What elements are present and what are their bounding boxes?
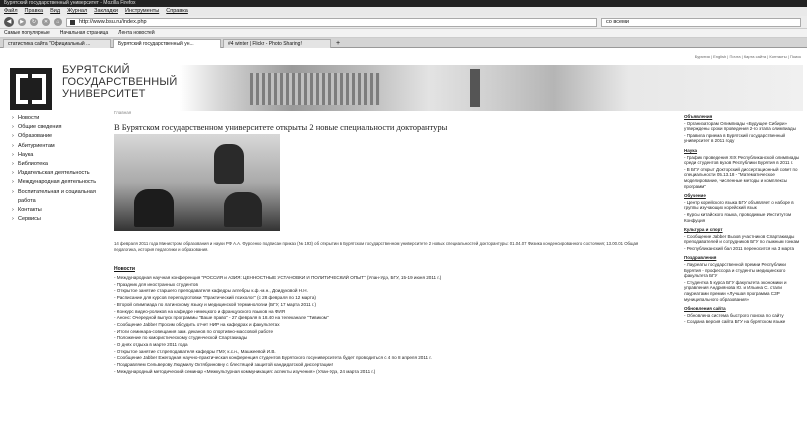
nav-international[interactable]: Международная деятельность bbox=[12, 178, 107, 187]
list-item[interactable]: - Поздравляем Сельверову Людмилу Октябри… bbox=[114, 362, 660, 369]
url-bar[interactable]: http://www.bsu.ru/index.php bbox=[66, 17, 597, 27]
menu-edit[interactable]: Правка bbox=[25, 7, 44, 16]
navigation-toolbar: ◀ ▶ ↻ ✕ ⌂ http://www.bsu.ru/index.php со… bbox=[0, 16, 807, 29]
web-page: Бурятия | English | Почта | Карта сайта … bbox=[0, 48, 807, 419]
search-input[interactable]: со всеми bbox=[601, 17, 801, 27]
list-item[interactable]: - Конкурс видео-роликов на кафедре немец… bbox=[114, 309, 660, 316]
list-item[interactable]: - Центр корейского языка БГУ объявляет о… bbox=[684, 200, 802, 211]
back-icon[interactable]: ◀ bbox=[4, 17, 14, 27]
nav-education[interactable]: Образование bbox=[12, 132, 107, 141]
list-item[interactable]: - Второй олимпиада по латинскому языку и… bbox=[114, 302, 660, 309]
bookmarks-toolbar: Самые популярные Начальная страница Лент… bbox=[0, 29, 807, 38]
news-heading[interactable]: Новости bbox=[114, 266, 135, 272]
list-item[interactable]: - О днях отдыха в марте 2011 года bbox=[114, 342, 660, 349]
university-name-line-1: БУРЯТСКИЙ bbox=[62, 64, 130, 76]
site-top-links[interactable]: Бурятия | English | Почта | Карта сайта … bbox=[695, 54, 801, 59]
nav-applicants[interactable]: Абитуриентам bbox=[12, 142, 107, 151]
menu-bar: Файл Правка Вид Журнал Закладки Инструме… bbox=[0, 7, 807, 16]
list-item[interactable]: - Студентка 5 курса БГУ факультета эконо… bbox=[684, 280, 802, 302]
tab-statistics[interactable]: статистика сайта "Официальный ... bbox=[3, 39, 111, 48]
bookmark-start-page[interactable]: Начальная страница bbox=[60, 29, 108, 37]
list-item[interactable]: - Правила приема в Бурятский государстве… bbox=[684, 133, 802, 144]
section-science[interactable]: Наука bbox=[684, 148, 802, 154]
nav-science[interactable]: Наука bbox=[12, 151, 107, 160]
list-item[interactable]: - График проведения XIX Республиканской … bbox=[684, 155, 802, 166]
page-title: В Бурятском государственном университете… bbox=[114, 122, 448, 132]
nav-social-work[interactable]: Воспитательная и социальная работа bbox=[12, 188, 107, 206]
tab-strip: статистика сайта "Официальный ... Бурятс… bbox=[0, 38, 807, 48]
window-title: Бурятский государственный университет - … bbox=[4, 0, 136, 6]
reload-icon[interactable]: ↻ bbox=[30, 18, 38, 26]
university-logo[interactable] bbox=[10, 68, 52, 110]
university-name: БУРЯТСКИЙ ГОСУДАРСТВЕННЫЙ УНИВЕРСИТЕТ bbox=[62, 64, 177, 100]
stop-icon[interactable]: ✕ bbox=[42, 18, 50, 26]
nav-publishing[interactable]: Издательская деятельность bbox=[12, 169, 107, 178]
list-item[interactable]: - Республиканский бал 2011 переносится н… bbox=[684, 246, 802, 252]
left-navigation: Новости Общие сведения Образование Абиту… bbox=[12, 114, 107, 225]
news-photo bbox=[114, 134, 280, 231]
section-congratulations[interactable]: Поздравления bbox=[684, 255, 802, 261]
list-item[interactable]: - Расписание для курсов переподготовки "… bbox=[114, 295, 660, 302]
nav-general-info[interactable]: Общие сведения bbox=[12, 123, 107, 132]
list-item[interactable]: - В БГУ открыт Докторский диссертационны… bbox=[684, 167, 802, 189]
new-tab-icon[interactable]: + bbox=[333, 39, 343, 47]
list-item[interactable]: - Праздник для иностранных студентов bbox=[114, 282, 660, 289]
bookmark-news-feed[interactable]: Лента новостей bbox=[118, 29, 154, 37]
menu-file[interactable]: Файл bbox=[4, 7, 18, 16]
list-item[interactable]: - Создана версия сайта БГУ на бурятском … bbox=[684, 319, 802, 325]
menu-help[interactable]: Справка bbox=[166, 7, 188, 16]
tab-flickr[interactable]: #4 winter | Flickr - Photo Sharing! bbox=[223, 39, 331, 48]
nav-library[interactable]: Библиотека bbox=[12, 160, 107, 169]
section-site-updates[interactable]: Обновления сайта bbox=[684, 306, 802, 312]
list-item[interactable]: - Сообщение Jabber Вызов участников Спар… bbox=[684, 234, 802, 245]
menu-view[interactable]: Вид bbox=[50, 7, 60, 16]
section-culture-sport[interactable]: Культура и спорт bbox=[684, 227, 802, 233]
list-item[interactable]: - Итоги семинара-совещания зам. деканов … bbox=[114, 329, 660, 336]
section-education[interactable]: Обучение bbox=[684, 193, 802, 199]
university-name-line-2: ГОСУДАРСТВЕННЫЙ bbox=[62, 76, 178, 88]
list-item[interactable]: - Сообщение Jabber Просим обсудить отчет… bbox=[114, 322, 660, 329]
list-item[interactable]: - Сообщение Jabber Ежегодная научно-прак… bbox=[114, 355, 660, 362]
menu-tools[interactable]: Инструменты bbox=[125, 7, 159, 16]
list-item[interactable]: - Анонс: Очередной выпуск программы "Ваш… bbox=[114, 315, 660, 322]
section-announcements[interactable]: Объявления bbox=[684, 114, 802, 120]
header-banner-image bbox=[180, 65, 803, 111]
menu-history[interactable]: Журнал bbox=[67, 7, 87, 16]
home-icon[interactable]: ⌂ bbox=[54, 18, 62, 26]
forward-icon[interactable]: ▶ bbox=[18, 18, 26, 26]
nav-services[interactable]: Сервисы bbox=[12, 215, 107, 224]
nav-news[interactable]: Новости bbox=[12, 114, 107, 123]
list-item[interactable]: - Курсы китайского языка, проводимые Инс… bbox=[684, 212, 802, 223]
photo-caption: 14 февраля 2011 года Министром образован… bbox=[114, 241, 639, 252]
news-list: - Международная научная конференция "РОС… bbox=[114, 275, 660, 376]
nav-contacts[interactable]: Контакты bbox=[12, 206, 107, 215]
list-item[interactable]: - Открытое занятие старшего преподавател… bbox=[114, 288, 660, 295]
right-column: Объявления - Организаторам Олимпиады «Бу… bbox=[684, 110, 802, 325]
breadcrumb[interactable]: Главная bbox=[114, 110, 131, 115]
window-titlebar: Бурятский государственный университет - … bbox=[0, 0, 807, 7]
list-item[interactable]: - Лауреаты государственной премии Респуб… bbox=[684, 262, 802, 279]
list-item[interactable]: - Организаторам Олимпиады «Будущее Сибир… bbox=[684, 121, 802, 132]
search-placeholder: со всеми bbox=[606, 18, 629, 25]
url-text: http://www.bsu.ru/index.php bbox=[79, 18, 147, 25]
menu-bookmarks[interactable]: Закладки bbox=[94, 7, 118, 16]
list-item[interactable]: - Международная научная конференция "РОС… bbox=[114, 275, 660, 282]
tab-bsu[interactable]: Бурятский государственный ун... bbox=[113, 39, 221, 48]
list-item[interactable]: - Обновлена система быстрого поиска по с… bbox=[684, 313, 802, 319]
list-item[interactable]: - Положение по юмористическому студенчес… bbox=[114, 335, 660, 342]
university-name-line-3: УНИВЕРСИТЕТ bbox=[62, 88, 146, 100]
bookmark-most-visited[interactable]: Самые популярные bbox=[4, 29, 50, 37]
list-item[interactable]: - Открытое занятие ст.преподавателя кафе… bbox=[114, 349, 660, 356]
list-item[interactable]: - Международный методический семинар «Ме… bbox=[114, 369, 660, 376]
